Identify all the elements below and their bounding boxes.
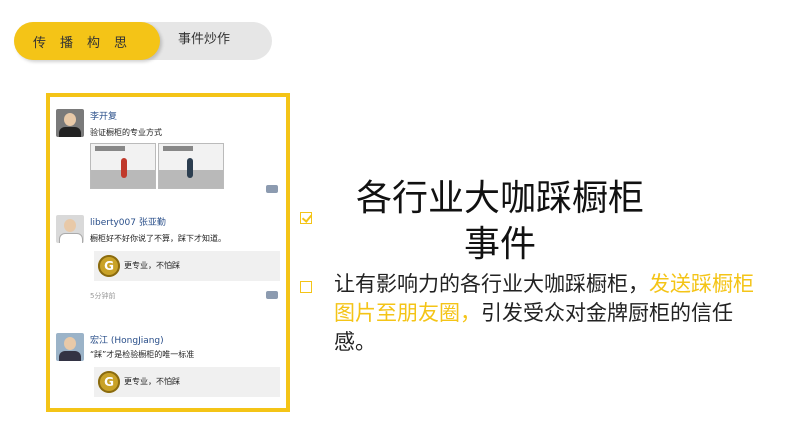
social-feed-frame: 李开复 验证橱柜的专业方式 liberty007 张亚勤 橱柜好不好你说了不算，… bbox=[46, 93, 290, 412]
post-author[interactable]: 宏江 (HongJiang) bbox=[90, 333, 164, 346]
tab-event-hype[interactable]: 事件炒作 bbox=[178, 22, 230, 60]
feed-post: 李开复 验证橱柜的专业方式 bbox=[50, 103, 286, 199]
body-text-prefix: 让有影响力的各行业大咖踩橱柜， bbox=[334, 272, 649, 296]
post-text: “踩”才是检验橱柜的唯一标准 bbox=[90, 350, 195, 359]
gold-g-logo-icon: G bbox=[98, 371, 120, 393]
shared-link-text: 更专业，不怕踩 bbox=[124, 261, 180, 270]
avatar bbox=[56, 333, 84, 361]
feed-post: 宏江 (HongJiang) “踩”才是检验橱柜的唯一标准 G 更专业，不怕踩 bbox=[50, 327, 286, 407]
post-photo[interactable] bbox=[90, 143, 156, 189]
tab-label: 事件炒作 bbox=[178, 32, 231, 47]
checkbox-checked-icon bbox=[300, 212, 312, 224]
shared-link-text: 更专业，不怕踩 bbox=[124, 377, 180, 386]
tab-communication-concept[interactable]: 传播构思 bbox=[14, 22, 160, 60]
post-text: 橱柜好不好你说了不算，踩下才知道。 bbox=[90, 234, 226, 243]
avatar bbox=[56, 215, 84, 243]
feed-post: liberty007 张亚勤 橱柜好不好你说了不算，踩下才知道。 G 更专业，不… bbox=[50, 209, 286, 319]
slide-title: 各行业大咖踩橱柜事件 bbox=[355, 178, 644, 265]
post-photo[interactable] bbox=[158, 143, 224, 189]
shared-link[interactable]: G 更专业，不怕踩 bbox=[94, 367, 280, 397]
tab-label: 传播构思 bbox=[32, 35, 141, 51]
post-author[interactable]: 李开复 bbox=[90, 109, 117, 122]
tab-bar: 传播构思 事件炒作 bbox=[14, 22, 272, 60]
comment-icon[interactable] bbox=[266, 291, 278, 299]
post-author[interactable]: liberty007 张亚勤 bbox=[90, 215, 166, 228]
checkbox-empty-icon bbox=[300, 281, 312, 293]
shared-link[interactable]: G 更专业，不怕踩 bbox=[94, 251, 280, 281]
post-time: 5分钟前 bbox=[90, 292, 116, 300]
gold-g-logo-icon: G bbox=[98, 255, 120, 277]
comment-icon[interactable] bbox=[266, 185, 278, 193]
post-text: 验证橱柜的专业方式 bbox=[90, 128, 162, 137]
avatar bbox=[56, 109, 84, 137]
slide-body: 让有影响力的各行业大咖踩橱柜，发送踩橱柜图片至朋友圈，引发受众对金牌厨柜的信任感… bbox=[334, 270, 764, 357]
